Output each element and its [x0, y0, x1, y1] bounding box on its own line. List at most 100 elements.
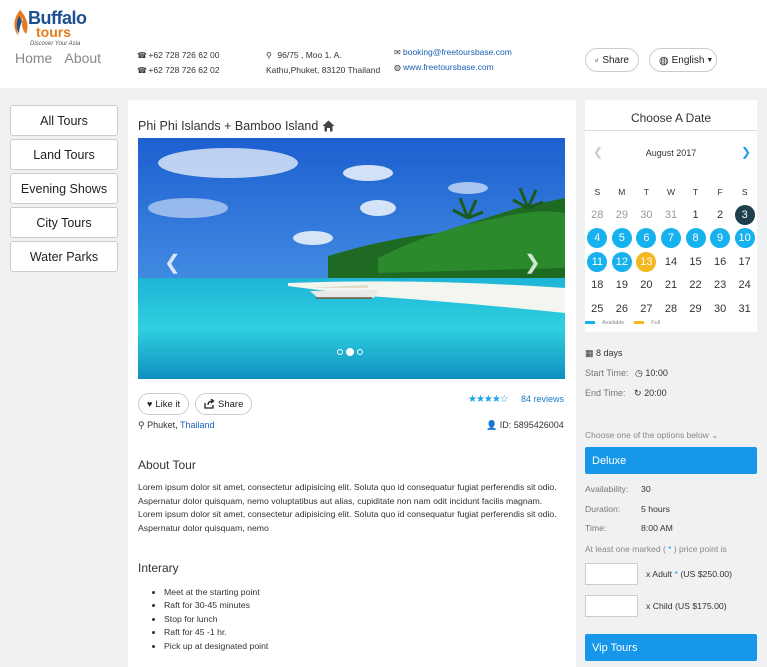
- carousel-next-icon[interactable]: ❯: [524, 250, 541, 275]
- option-duration-value: 5 hours: [641, 504, 670, 514]
- weekday-label: T: [692, 186, 699, 197]
- calendar-day[interactable]: 14: [659, 252, 684, 272]
- main-nav: Home About: [15, 50, 110, 66]
- calendar-day[interactable]: 17: [732, 252, 757, 272]
- home-icon[interactable]: [322, 120, 335, 132]
- calendar-day-number: 14: [664, 255, 678, 268]
- calendar-day[interactable]: 12: [610, 251, 635, 272]
- calendar-day[interactable]: 19: [610, 275, 635, 295]
- calendar-day[interactable]: 24: [732, 275, 757, 295]
- calendar-day[interactable]: 31: [732, 299, 757, 319]
- calendar-day[interactable]: 20: [634, 275, 659, 295]
- calendar-day[interactable]: 18: [585, 275, 610, 295]
- calendar-day-number: 10: [734, 228, 755, 249]
- calendar-day[interactable]: 28: [585, 205, 610, 225]
- weekday-label: M: [618, 186, 626, 197]
- like-button[interactable]: ♥ Like it: [138, 393, 190, 415]
- option-deluxe-header[interactable]: Deluxe: [585, 447, 757, 474]
- calendar-day[interactable]: 30: [634, 205, 659, 225]
- calendar-day[interactable]: 26: [610, 299, 635, 319]
- calendar-day-number: 29: [689, 302, 702, 315]
- sidebar-item-land-tours[interactable]: Land Tours: [10, 139, 118, 170]
- calendar-day[interactable]: 5: [610, 228, 635, 249]
- email-link[interactable]: booking@freetoursbase.com: [403, 47, 512, 57]
- calendar-day[interactable]: 23: [708, 275, 733, 295]
- carousel-indicators: [337, 348, 363, 356]
- location-country-link[interactable]: Thailand: [180, 420, 215, 430]
- calendar-day-number: 17: [738, 255, 751, 268]
- calendar-day[interactable]: 7: [659, 228, 684, 249]
- calendar-day[interactable]: 22: [683, 275, 708, 295]
- calendar-day-number: 31: [664, 209, 678, 222]
- calendar-day[interactable]: 28: [659, 299, 684, 319]
- options-hint[interactable]: Choose one of the options below ⌄: [585, 430, 718, 441]
- sidebar-item-evening-shows[interactable]: Evening Shows: [10, 173, 118, 204]
- option-time-label: Time:: [585, 523, 607, 533]
- calendar-week-row: 4 5 6 7 8 9 10: [585, 227, 757, 250]
- itinerary-list: Meet at the starting point Raft for 30-4…: [164, 586, 268, 653]
- option-availability: Availability: 30: [585, 484, 651, 494]
- calendar-day[interactable]: 2: [708, 205, 733, 225]
- calendar-day[interactable]: 16: [708, 252, 733, 272]
- calendar-day-number: 21: [664, 279, 678, 292]
- nav-about[interactable]: About: [64, 50, 101, 66]
- calendar-day[interactable]: 9: [708, 228, 733, 249]
- carousel-dot-1[interactable]: [337, 349, 343, 355]
- tour-detail: Phi Phi Islands + Bamboo Island ❮ ❯ ♥ Li…: [128, 100, 576, 667]
- calendar-day[interactable]: 13: [634, 251, 659, 272]
- option-time: Time: 8:00 AM: [585, 523, 673, 533]
- category-sidebar: All Tours Land Tours Evening Shows City …: [10, 105, 118, 275]
- adult-quantity-input[interactable]: [585, 563, 638, 585]
- child-quantity-input[interactable]: [585, 595, 638, 617]
- options-hint-text: Choose one of the options below: [585, 430, 709, 440]
- legend-swatch-full: [634, 321, 645, 325]
- calendar-day[interactable]: 4: [585, 228, 610, 249]
- calendar-day-number: 8: [685, 228, 706, 249]
- calendar-day[interactable]: 15: [683, 252, 708, 272]
- brand-logo[interactable]: Buffalo tours Discover Your Asia: [10, 4, 90, 48]
- phone-2[interactable]: +62 728 726 62 02: [148, 65, 219, 75]
- calendar-day[interactable]: 10: [732, 228, 757, 249]
- chevron-down-icon: ⌄: [711, 430, 719, 440]
- calendar-day[interactable]: 21: [659, 275, 684, 295]
- calendar-day[interactable]: 29: [610, 205, 635, 225]
- language-select[interactable]: ◍ English ▼: [649, 48, 717, 72]
- calendar-day-number: 28: [591, 209, 604, 222]
- legend-available: Available: [585, 320, 624, 326]
- option-vip-tours-header[interactable]: Vip Tours: [585, 634, 757, 661]
- header-share-button[interactable]: Share: [585, 48, 639, 72]
- website-link[interactable]: www.freetoursbase.com: [403, 62, 494, 72]
- calendar-day[interactable]: 3: [732, 205, 757, 226]
- calendar-day-number: 3: [734, 205, 755, 226]
- sidebar-item-all-tours[interactable]: All Tours: [10, 105, 118, 136]
- calendar-day[interactable]: 31: [659, 205, 684, 225]
- start-time-info: Start Time: ◷ 10:00: [585, 368, 668, 379]
- phone-1[interactable]: +62 728 726 62 00: [148, 50, 219, 60]
- tour-share-button[interactable]: Share: [195, 393, 253, 415]
- nav-home[interactable]: Home: [15, 50, 52, 66]
- phone-icon: ☎: [137, 51, 147, 60]
- calendar-day-number: 7: [660, 228, 681, 249]
- calendar-day[interactable]: 30: [708, 299, 733, 319]
- sidebar-item-city-tours[interactable]: City Tours: [10, 207, 118, 238]
- adult-required-star: *: [674, 569, 678, 579]
- reviews-link[interactable]: 84 reviews: [521, 394, 564, 404]
- calendar-day[interactable]: 29: [683, 299, 708, 319]
- carousel-dot-2[interactable]: [346, 348, 354, 356]
- calendar-day[interactable]: 1: [683, 205, 708, 225]
- calendar-day[interactable]: 8: [683, 228, 708, 249]
- calendar-day[interactable]: 6: [634, 228, 659, 249]
- chevron-right-icon[interactable]: ❯: [741, 145, 751, 159]
- calendar-day-number: 30: [640, 209, 653, 222]
- carousel-dot-3[interactable]: [357, 349, 363, 355]
- calendar-day[interactable]: 25: [585, 299, 610, 319]
- refresh-icon: ↻: [634, 388, 642, 398]
- sidebar-item-water-parks[interactable]: Water Parks: [10, 241, 118, 272]
- calendar-day[interactable]: 27: [634, 299, 659, 319]
- calendar-day[interactable]: 11: [585, 251, 610, 272]
- calendar-heading: Choose A Date: [630, 111, 712, 125]
- tour-share-label: Share: [218, 398, 244, 410]
- carousel-prev-icon[interactable]: ❮: [164, 250, 181, 275]
- adult-label: x Adult: [646, 569, 673, 579]
- photo-carousel[interactable]: ❮ ❯: [138, 138, 565, 379]
